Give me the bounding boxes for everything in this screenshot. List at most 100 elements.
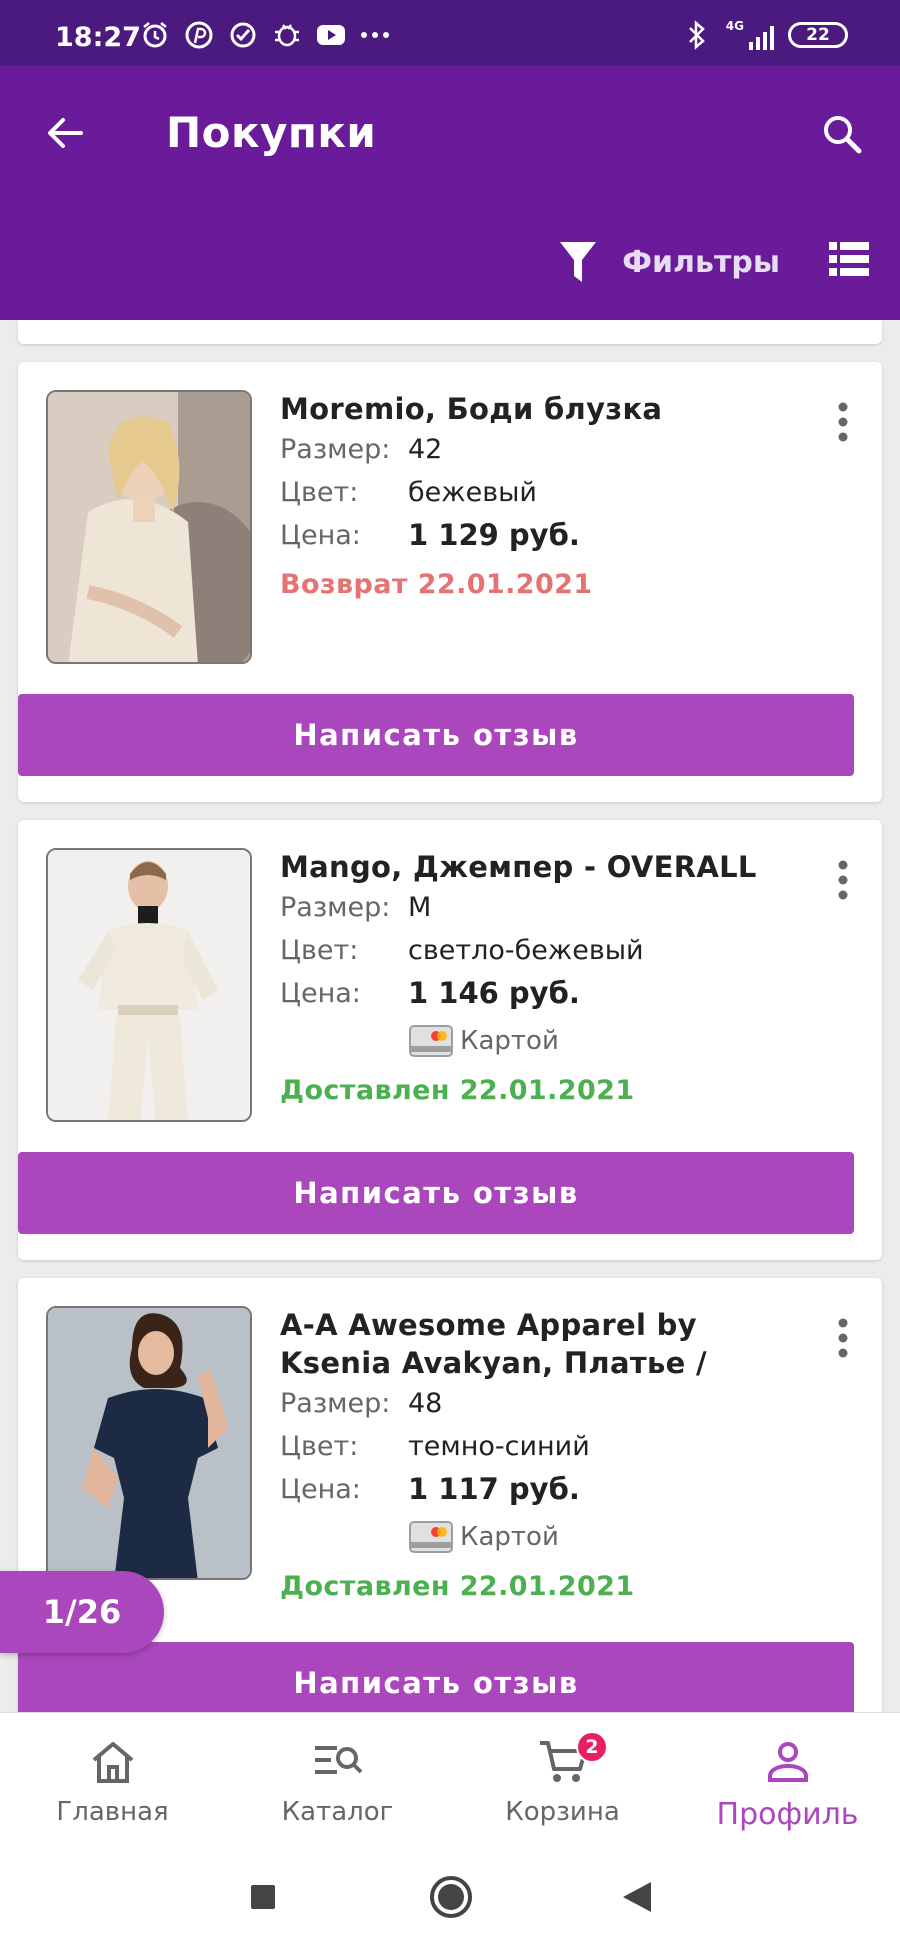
purchase-card: A-A Awesome Apparel by Ksenia Avakyan, П…: [18, 1278, 882, 1728]
profile-icon: [761, 1735, 815, 1789]
order-status: Доставлен 22.01.2021: [280, 1571, 635, 1602]
product-image[interactable]: [46, 390, 252, 664]
home-system-button[interactable]: [426, 1872, 476, 1922]
color-value: темно-синий: [408, 1431, 590, 1462]
filter-icon: [560, 242, 597, 282]
nav-label: Корзина: [505, 1797, 620, 1827]
purchase-card: Moremio, Боди блузка Размер: 42 Цвет: беже…: [18, 362, 882, 802]
filters-button[interactable]: Фильтры: [558, 234, 780, 290]
pinterest-icon: [184, 20, 214, 50]
system-navigation-bar: [0, 1842, 900, 1950]
more-options-button[interactable]: [818, 850, 868, 910]
more-vert-icon: [838, 860, 848, 900]
color-row: Цвет: темно-синий: [280, 1425, 810, 1468]
status-time: 18:27: [55, 22, 141, 53]
filters-label: Фильтры: [622, 244, 780, 280]
nav-catalog[interactable]: Каталог: [225, 1713, 450, 1843]
circle-icon: [430, 1876, 472, 1918]
price-label: Цена:: [280, 1474, 361, 1505]
color-row: Цвет: бежевый: [280, 471, 810, 514]
product-title[interactable]: Mango, Джемпер - OVERALL: [280, 848, 810, 886]
square-icon: [251, 1885, 275, 1909]
price-value: 1 146 руб.: [408, 976, 580, 1010]
back-system-button[interactable]: [612, 1872, 662, 1922]
back-button[interactable]: [38, 106, 92, 160]
order-status: Возврат 22.01.2021: [280, 569, 593, 600]
nav-home[interactable]: Главная: [0, 1713, 225, 1843]
price-row: Цена: 1 117 руб.: [280, 1468, 810, 1511]
signal-icon: 4G: [726, 20, 774, 50]
product-title-line-1: A-A Awesome Apparel by: [280, 1308, 697, 1342]
product-info: Mango, Джемпер - OVERALL Размер: M Цвет: с…: [280, 848, 810, 1111]
purchase-card: Mango, Джемпер - OVERALL Размер: M Цвет: с…: [18, 820, 882, 1260]
size-row: Размер: 42: [280, 428, 810, 471]
size-label: Размер:: [280, 892, 391, 923]
write-review-button[interactable]: Написать отзыв: [18, 694, 854, 776]
more-options-button[interactable]: [818, 392, 868, 452]
price-row: Цена: 1 146 руб.: [280, 972, 810, 1015]
credit-card-icon: [409, 1025, 453, 1057]
product-title[interactable]: Moremio, Боди блузка: [280, 390, 810, 428]
size-value: 48: [408, 1388, 443, 1419]
arrow-left-icon: [48, 118, 83, 148]
page-title: Покупки: [166, 108, 377, 157]
payment-label: Картой: [460, 1522, 559, 1552]
youtube-icon: [316, 20, 346, 50]
color-value: бежевый: [408, 477, 537, 508]
triangle-back-icon: [623, 1882, 651, 1912]
more-vert-icon: [838, 402, 848, 442]
system-icons: 4G 22: [682, 20, 848, 50]
write-review-button[interactable]: Написать отзыв: [18, 1152, 854, 1234]
size-value: 42: [408, 434, 443, 465]
previous-card-edge: [18, 320, 882, 344]
search-icon: [824, 116, 862, 154]
color-row: Цвет: светло-бежевый: [280, 929, 810, 972]
nav-profile[interactable]: Профиль: [675, 1713, 900, 1843]
price-row: Цена: 1 129 руб.: [280, 514, 810, 557]
more-options-button[interactable]: [818, 1308, 868, 1368]
price-label: Цена:: [280, 520, 361, 551]
color-label: Цвет:: [280, 477, 359, 508]
size-value: M: [408, 892, 432, 923]
size-row: Размер: M: [280, 886, 810, 929]
list-view-icon: [829, 242, 869, 276]
color-label: Цвет:: [280, 935, 359, 966]
size-label: Размер:: [280, 1388, 391, 1419]
color-label: Цвет:: [280, 1431, 359, 1462]
cart-badge: 2: [576, 1731, 608, 1763]
view-list-button[interactable]: [826, 236, 872, 282]
bottom-navigation: Главная Каталог 2 Корзина Профиль: [0, 1712, 900, 1842]
nav-cart[interactable]: 2 Корзина: [450, 1713, 675, 1843]
product-title-line-2: Ksenia Avakyan, Платье /: [280, 1346, 707, 1380]
product-info: Moremio, Боди блузка Размер: 42 Цвет: беже…: [280, 390, 810, 605]
color-value: светло-бежевый: [408, 935, 644, 966]
bluetooth-icon: [682, 20, 712, 50]
product-title[interactable]: A-A Awesome Apparel by Ksenia Avakyan, П…: [280, 1306, 810, 1382]
product-image[interactable]: [46, 1306, 252, 1580]
more-vert-icon: [838, 1318, 848, 1358]
recent-apps-button[interactable]: [238, 1872, 288, 1922]
page-indicator: 1/26: [0, 1571, 164, 1653]
price-label: Цена:: [280, 978, 361, 1009]
home-icon: [86, 1735, 140, 1789]
more-dots-icon: [360, 20, 390, 50]
check-circle-icon: [228, 20, 258, 50]
product-info: A-A Awesome Apparel by Ksenia Avakyan, П…: [280, 1306, 810, 1607]
search-button[interactable]: [814, 106, 870, 162]
payment-label: Картой: [460, 1026, 559, 1056]
order-status: Доставлен 22.01.2021: [280, 1075, 635, 1106]
payment-method: Картой: [408, 1515, 810, 1559]
nav-label: Главная: [56, 1797, 169, 1827]
battery-icon: 22: [788, 22, 848, 48]
nav-label: Каталог: [281, 1797, 394, 1827]
status-bar: 18:27 4G 22: [0, 0, 900, 66]
size-label: Размер:: [280, 434, 391, 465]
price-value: 1 129 руб.: [408, 518, 580, 552]
product-image[interactable]: [46, 848, 252, 1122]
catalog-search-icon: [311, 1735, 365, 1789]
network-type: 4G: [725, 19, 744, 33]
credit-card-icon: [409, 1521, 453, 1553]
nav-label: Профиль: [716, 1797, 859, 1832]
app-bar: Покупки Фильтры: [0, 66, 900, 320]
price-value: 1 117 руб.: [408, 1472, 580, 1506]
